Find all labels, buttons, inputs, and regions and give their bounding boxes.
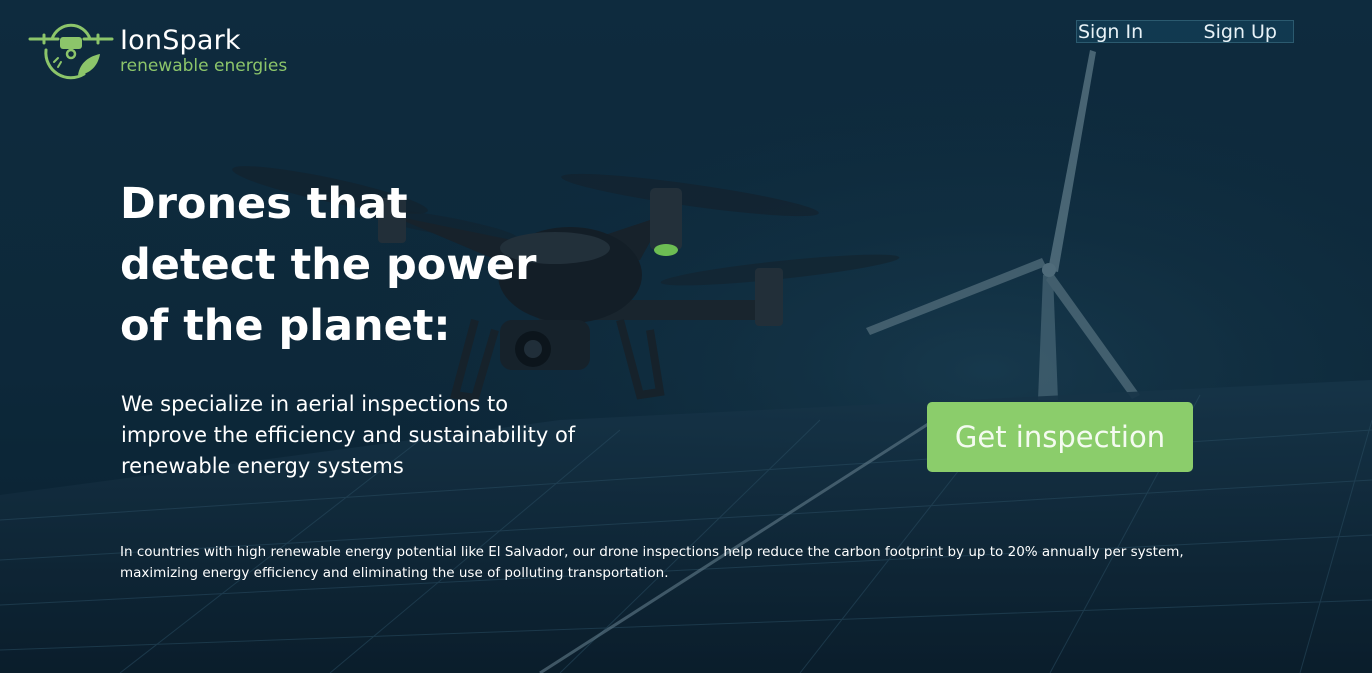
landing-page: IonSpark renewable energies Sign In Sign… xyxy=(0,0,1372,673)
hero-footnote: In countries with high renewable energy … xyxy=(120,544,1184,581)
brand-text: IonSpark renewable energies xyxy=(120,25,288,77)
get-inspection-button[interactable]: Get inspection xyxy=(927,402,1193,472)
hero-headline: Drones that detect the power of the plan… xyxy=(120,179,537,351)
hero-subheadline: We specialize in aerial inspections to i… xyxy=(121,392,576,478)
drone-leaf-icon xyxy=(28,23,114,80)
sign-in-link[interactable]: Sign In xyxy=(1077,21,1144,43)
brand-tagline: renewable energies xyxy=(120,56,288,76)
auth-nav: Sign In Sign Up xyxy=(1076,20,1294,43)
brand-logo[interactable]: IonSpark renewable energies xyxy=(28,20,287,82)
sign-up-link[interactable]: Sign Up xyxy=(1203,21,1293,43)
brand-name: IonSpark xyxy=(120,25,241,56)
